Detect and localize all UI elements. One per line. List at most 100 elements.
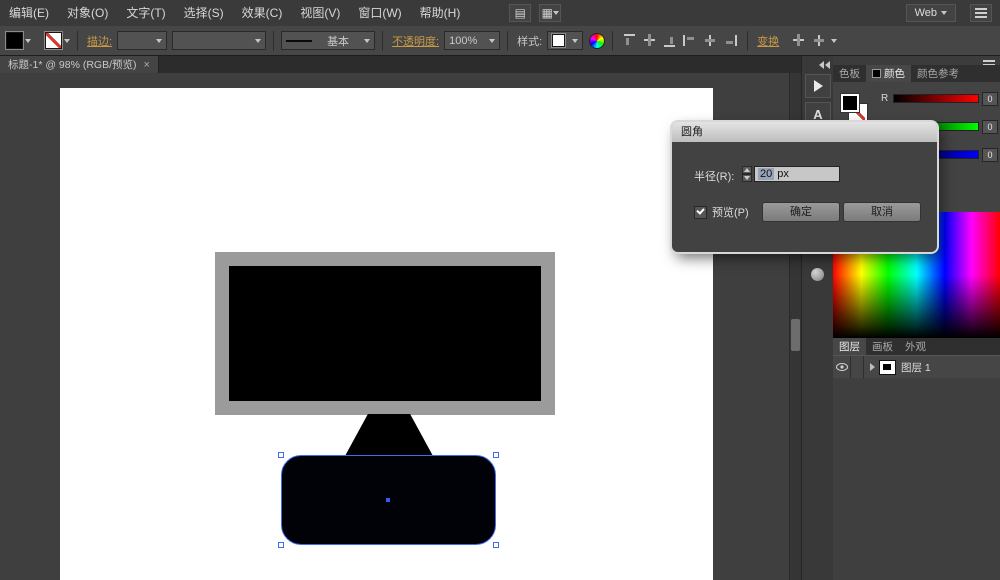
chevron-down-icon	[156, 38, 163, 43]
checkbox-checked-icon[interactable]	[694, 205, 707, 219]
align-bottom-icon[interactable]	[663, 34, 677, 47]
selection-handle-top-right[interactable]	[493, 452, 499, 458]
panel-list-icon[interactable]	[970, 4, 992, 22]
menu-item-help[interactable]: 帮助(H)	[411, 0, 470, 26]
channel-row-red: R 0	[833, 91, 1000, 106]
stepper-up[interactable]	[742, 166, 752, 174]
menu-item-effect[interactable]: 效果(C)	[233, 0, 292, 26]
type-glyph: A	[813, 106, 823, 122]
expand-panels-icon[interactable]	[819, 61, 830, 69]
chevron-down-icon[interactable]	[25, 38, 31, 43]
align-left-icon[interactable]	[683, 34, 697, 47]
radius-stepper[interactable]	[742, 166, 752, 182]
control-bar: 描边: 基本 不透明度: 100% 样式: 变换	[0, 26, 1000, 56]
brush-definition-dropdown[interactable]	[172, 31, 267, 50]
opacity-dropdown[interactable]: 100%	[444, 31, 501, 50]
preview-checkbox-row[interactable]: 预览(P)	[694, 204, 749, 220]
blue-channel-value[interactable]: 0	[982, 147, 998, 162]
selection-center-point[interactable]	[386, 498, 390, 502]
monitor-bezel-shape[interactable]	[215, 252, 555, 415]
scrollbar-thumb[interactable]	[791, 319, 800, 351]
dialog-title[interactable]: 圆角	[672, 122, 937, 142]
chevron-down-icon	[553, 11, 559, 15]
symbols-panel-icon[interactable]	[811, 268, 824, 281]
close-tab-icon[interactable]: ×	[144, 59, 150, 71]
align-right-icon[interactable]	[723, 34, 738, 47]
divider	[747, 30, 749, 51]
layer-name[interactable]: 图层 1	[901, 360, 931, 375]
line-style-dropdown[interactable]: 基本	[281, 31, 376, 50]
opacity-link[interactable]: 不透明度:	[392, 33, 439, 49]
tab-artboards[interactable]: 画板	[866, 338, 899, 355]
align-horizontal-center-icon[interactable]	[703, 34, 717, 47]
align-vertical-center-icon[interactable]	[643, 34, 657, 47]
selection-handle-bottom-right[interactable]	[493, 542, 499, 548]
arrange-documents-glyph: ▦	[541, 6, 553, 20]
chevron-down-icon[interactable]	[831, 38, 838, 43]
menu-item-window[interactable]: 窗口(W)	[349, 0, 410, 26]
menu-item-select[interactable]: 选择(S)	[175, 0, 233, 26]
red-channel-slider[interactable]	[893, 94, 979, 103]
chevron-down-icon	[489, 38, 496, 43]
chevron-down-icon[interactable]	[64, 38, 70, 43]
stroke-color-swatch[interactable]	[44, 31, 63, 50]
line-preview	[286, 39, 313, 42]
arrange-documents-icon[interactable]: ▦	[539, 4, 562, 22]
isolate-mode-icon[interactable]	[812, 34, 826, 47]
radius-unit: px	[777, 168, 789, 180]
style-label: 样式:	[517, 35, 543, 48]
disclosure-triangle-icon[interactable]	[870, 363, 875, 371]
menu-item-edit[interactable]: 编辑(E)	[0, 0, 58, 26]
recolor-artwork-icon[interactable]	[589, 32, 606, 49]
shape-mode-icon[interactable]	[792, 34, 806, 47]
stroke-panel-link[interactable]: 描边:	[87, 33, 112, 49]
visibility-toggle[interactable]	[833, 356, 851, 378]
stroke-weight-dropdown[interactable]	[117, 31, 168, 50]
workspace-label: Web	[914, 7, 937, 19]
radius-value-selected: 20	[758, 168, 775, 180]
tab-layers[interactable]: 图层	[833, 338, 866, 355]
lock-toggle[interactable]	[851, 356, 864, 378]
chevron-down-icon	[941, 11, 947, 15]
canvas-pasteboard[interactable]	[0, 73, 789, 580]
divider	[77, 30, 78, 51]
tab-swatches[interactable]: 色板	[833, 65, 866, 82]
document-tab-bar: 标题-1* @ 98% (RGB/预览) ×	[0, 56, 801, 73]
tab-appearance[interactable]: 外观	[899, 338, 932, 355]
menu-item-type[interactable]: 文字(T)	[117, 0, 174, 26]
triangle-up-icon	[744, 168, 750, 172]
fill-color-swatch[interactable]	[5, 31, 24, 50]
document-tab[interactable]: 标题-1* @ 98% (RGB/预览) ×	[0, 56, 159, 73]
stepper-down[interactable]	[742, 174, 752, 182]
opacity-value: 100%	[449, 34, 478, 47]
layers-panel-tabs: 图层 画板 外观	[833, 338, 1000, 356]
selection-handle-top-left[interactable]	[278, 452, 284, 458]
actions-panel-icon[interactable]	[805, 74, 831, 98]
layer-thumbnail[interactable]	[879, 359, 896, 375]
tab-color-label: 颜色	[884, 68, 905, 80]
radius-input[interactable]: 20 px	[754, 166, 840, 182]
divider	[382, 30, 384, 51]
green-channel-value[interactable]: 0	[982, 119, 998, 134]
selection-handle-bottom-left[interactable]	[278, 542, 284, 548]
chevron-left-icon	[825, 61, 830, 69]
transform-panel-link[interactable]: 变换	[757, 33, 779, 49]
color-tab-swatch-icon	[872, 69, 881, 78]
graphic-style-dropdown[interactable]	[547, 31, 584, 50]
tab-color[interactable]: 颜色	[866, 65, 911, 82]
chevron-down-icon	[255, 38, 262, 43]
bridge-icon[interactable]: ▤	[509, 4, 532, 22]
red-channel-value[interactable]: 0	[982, 91, 998, 106]
cancel-button[interactable]: 取消	[843, 202, 921, 222]
workspace-switcher[interactable]: Web	[905, 4, 956, 22]
menu-item-view[interactable]: 视图(V)	[291, 0, 349, 26]
ok-button[interactable]: 确定	[762, 202, 840, 222]
monitor-screen-shape[interactable]	[229, 266, 541, 401]
align-top-icon[interactable]	[623, 34, 637, 47]
layer-row[interactable]: 图层 1	[833, 356, 1000, 379]
color-panel-tabs: 色板 颜色 颜色参考	[833, 65, 1000, 83]
menu-item-object[interactable]: 对象(O)	[58, 0, 117, 26]
tab-color-guide[interactable]: 颜色参考	[911, 65, 965, 82]
chevron-down-icon	[572, 38, 579, 43]
illustrator-window: 编辑(E) 对象(O) 文字(T) 选择(S) 效果(C) 视图(V) 窗口(W…	[0, 0, 1000, 580]
